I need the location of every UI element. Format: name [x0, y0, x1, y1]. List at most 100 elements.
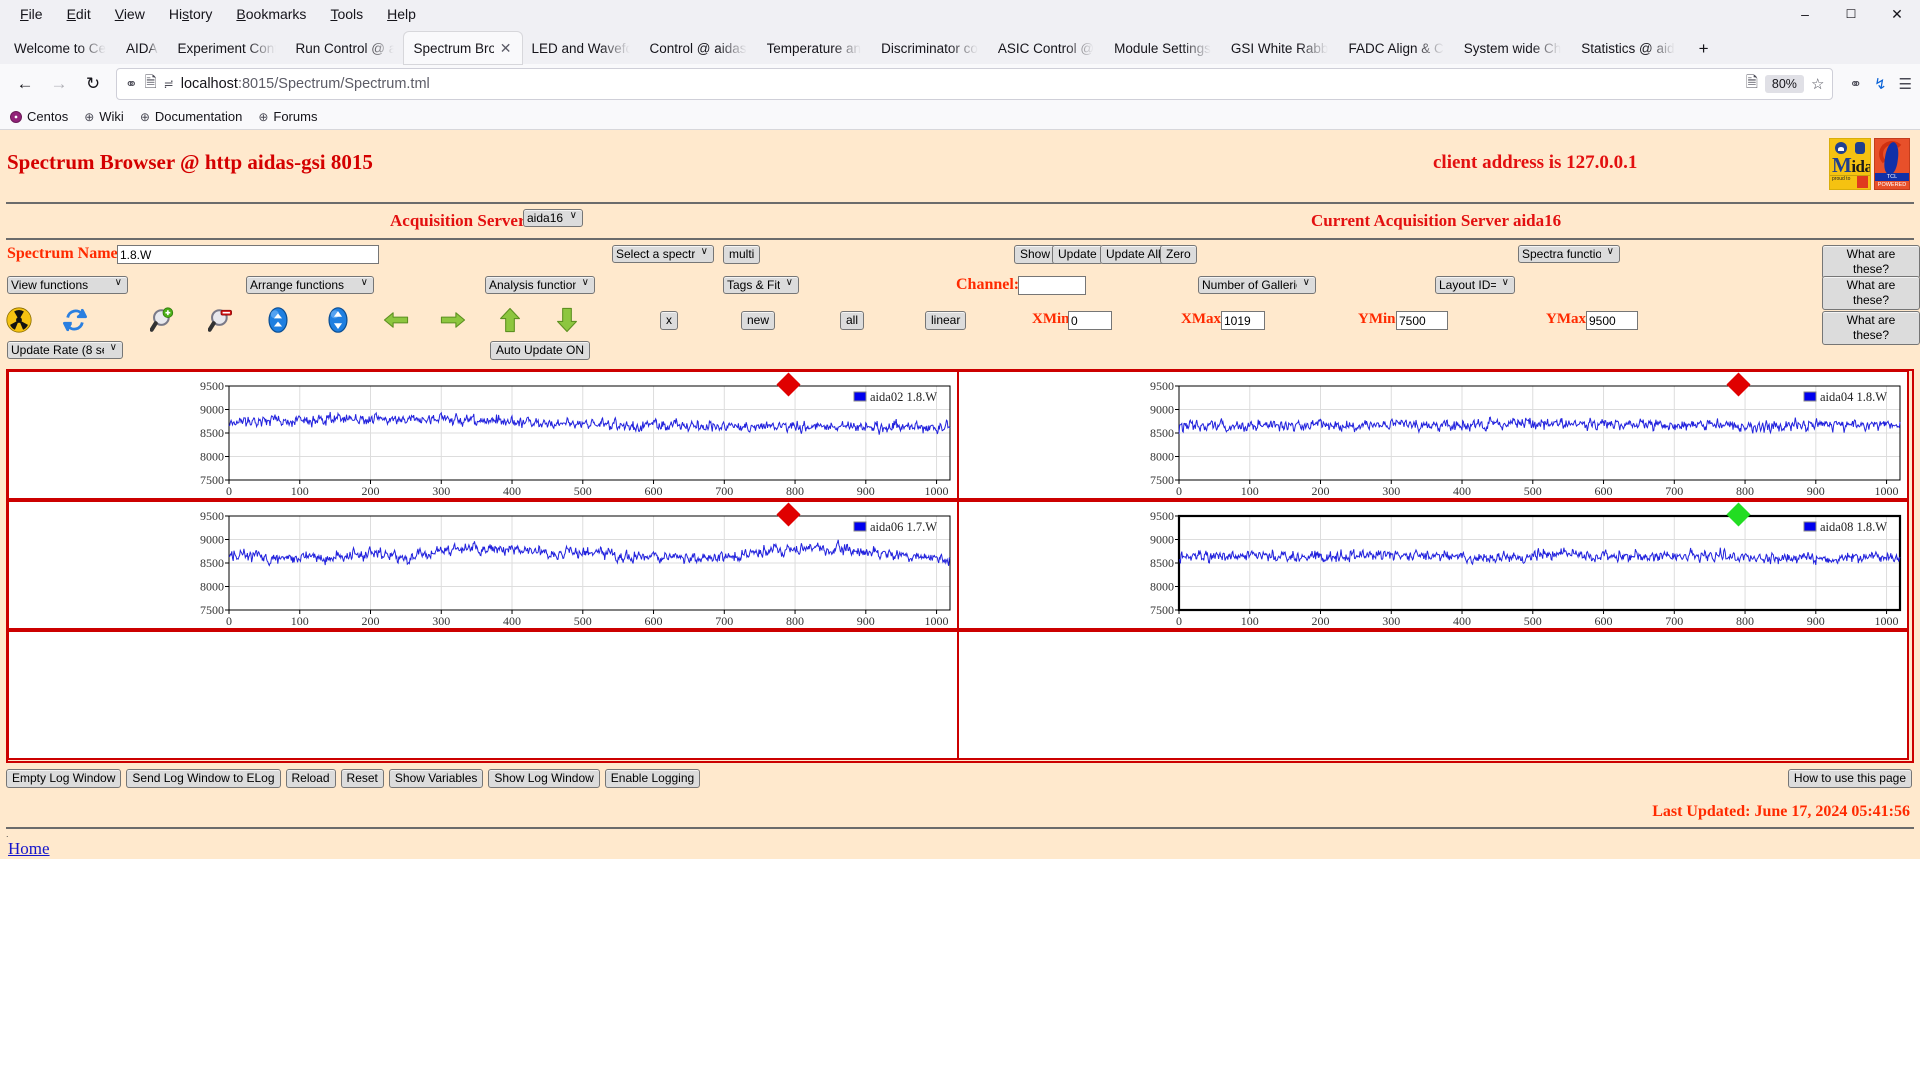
browser-tab[interactable]: Temperature an: [757, 32, 872, 64]
zoom-out-icon[interactable]: [208, 307, 234, 333]
browser-tab[interactable]: GSI White Rabb: [1221, 32, 1339, 64]
update-all-button[interactable]: Update All: [1100, 245, 1167, 264]
minimize-icon[interactable]: –: [1782, 0, 1828, 28]
plot-container[interactable]: 7500 8000 8500 9000 9500 0 100 200 300 400 500 600 7…: [9, 502, 957, 628]
browser-tab[interactable]: AIDA: [116, 32, 168, 64]
app-menu-icon[interactable]: ☰: [1899, 75, 1912, 93]
browser-tab[interactable]: Experiment Cont: [168, 32, 286, 64]
reader-mode-icon[interactable]: 🗎: [1746, 72, 1758, 97]
forward-button[interactable]: →: [42, 68, 76, 100]
log-button[interactable]: Show Variables: [388, 769, 484, 788]
log-button[interactable]: Show Log Window: [488, 769, 600, 788]
bookmark-item[interactable]: ⊕ Wiki: [84, 109, 124, 124]
gallery-cell[interactable]: 7500 8000 8500 9000 9500 0 100 200 300 400 500 600 7…: [957, 370, 1909, 500]
update-button[interactable]: Update: [1052, 245, 1103, 264]
menu-bookmarks[interactable]: Bookmarks: [224, 3, 318, 25]
pocket-icon[interactable]: ⚭: [1849, 75, 1862, 93]
xmax-input[interactable]: [1221, 311, 1265, 330]
plot-container[interactable]: 7500 8000 8500 9000 9500 0 100 200 300 400 500 600 7…: [959, 502, 1907, 628]
close-icon[interactable]: ✕: [1874, 0, 1920, 28]
update-rate-select[interactable]: Update Rate (8 secs): [7, 341, 123, 359]
arrow-left-icon[interactable]: [383, 307, 409, 333]
tab-close-icon[interactable]: ✕: [500, 40, 512, 57]
maximize-icon[interactable]: ☐: [1828, 0, 1874, 28]
auto-update-button[interactable]: Auto Update ON: [490, 341, 591, 360]
spectrum-plot[interactable]: 7500 8000 8500 9000 9500 0 100 200 300 400 500 600 7…: [174, 374, 964, 502]
menu-tools[interactable]: Tools: [318, 3, 375, 25]
new-button[interactable]: new: [741, 311, 776, 330]
downloads-icon[interactable]: ↯: [1874, 75, 1887, 93]
bookmark-item[interactable]: ⊕ Documentation: [140, 109, 243, 124]
tags-and-fits-select[interactable]: Tags & Fits: [723, 276, 799, 294]
reload-button[interactable]: ↻: [76, 68, 110, 100]
browser-tab[interactable]: Control @ aidas: [640, 32, 757, 64]
log-button[interactable]: Enable Logging: [604, 769, 701, 788]
browser-tab[interactable]: Discriminator co: [871, 32, 988, 64]
spectrum-name-input[interactable]: [117, 245, 379, 264]
ymin-input[interactable]: [1396, 311, 1448, 330]
expand-vertical-icon[interactable]: [325, 307, 351, 333]
log-button[interactable]: Reload: [285, 769, 336, 788]
back-button[interactable]: ←: [8, 68, 42, 100]
new-tab-button[interactable]: +: [1689, 34, 1719, 64]
linear-button[interactable]: linear: [925, 311, 967, 330]
arrow-up-icon[interactable]: [497, 307, 523, 333]
menu-edit[interactable]: Edit: [55, 3, 103, 25]
browser-tab[interactable]: Spectrum Brow ✕: [403, 32, 522, 64]
multi-button[interactable]: multi: [723, 245, 761, 264]
spectrum-plot[interactable]: 7500 8000 8500 9000 9500 0 100 200 300 400 500 600 7…: [1124, 374, 1914, 502]
log-button[interactable]: Send Log Window to ELog: [126, 769, 281, 788]
channel-input[interactable]: [1018, 276, 1086, 295]
ymax-input[interactable]: [1586, 311, 1638, 330]
collapse-vertical-icon[interactable]: [265, 307, 291, 333]
plot-container[interactable]: 7500 8000 8500 9000 9500 0 100 200 300 400 500 600 7…: [959, 372, 1907, 498]
layout-id-select[interactable]: Layout ID=8: [1435, 276, 1515, 294]
browser-tab[interactable]: System wide Ch: [1454, 32, 1572, 64]
analysis-functions-select[interactable]: Analysis functions: [485, 276, 595, 294]
log-button[interactable]: Empty Log Window: [6, 769, 122, 788]
view-functions-select[interactable]: View functions: [7, 276, 128, 294]
plot-container[interactable]: 7500 8000 8500 9000 9500 0 100 200 300 400 500 600 7…: [9, 372, 957, 498]
xmin-input[interactable]: [1068, 311, 1112, 330]
select-a-spectrum-select[interactable]: Select a spectrum: [612, 245, 714, 263]
spectrum-plot[interactable]: 7500 8000 8500 9000 9500 0 100 200 300 400 500 600 7…: [174, 504, 964, 632]
arrow-right-icon[interactable]: [440, 307, 466, 333]
browser-tab[interactable]: Run Control @ a: [286, 32, 404, 64]
radioactive-icon[interactable]: [6, 307, 32, 333]
spectrum-plot[interactable]: 7500 8000 8500 9000 9500 0 100 200 300 400 500 600 7…: [1124, 504, 1914, 632]
bookmark-star-icon[interactable]: ☆: [1811, 75, 1824, 93]
browser-tab[interactable]: Welcome to Cen: [4, 32, 116, 64]
zero-button[interactable]: Zero: [1160, 245, 1197, 264]
how-to-use-button[interactable]: How to use this page: [1787, 769, 1912, 788]
arrange-functions-select[interactable]: Arrange functions: [246, 276, 374, 294]
refresh-icon[interactable]: [62, 307, 88, 333]
gallery-cell[interactable]: [7, 630, 959, 760]
gallery-cell[interactable]: 7500 8000 8500 9000 9500 0 100 200 300 400 500 600 7…: [7, 370, 959, 500]
home-link[interactable]: Home: [0, 839, 50, 858]
x-button[interactable]: x: [660, 311, 678, 330]
arrow-down-icon[interactable]: [554, 307, 580, 333]
browser-tab[interactable]: ASIC Control @: [988, 32, 1104, 64]
menu-help[interactable]: Help: [375, 3, 428, 25]
menu-history[interactable]: History: [157, 3, 225, 25]
zoom-level-badge[interactable]: 80%: [1764, 75, 1804, 93]
log-button[interactable]: Reset: [340, 769, 384, 788]
bookmark-item[interactable]: ⊕ Forums: [258, 109, 317, 124]
browser-tab[interactable]: Module Settings: [1104, 32, 1221, 64]
menu-view[interactable]: View: [103, 3, 157, 25]
gallery-cell[interactable]: [957, 630, 1909, 760]
show-button[interactable]: Show: [1014, 245, 1057, 264]
gallery-cell[interactable]: 7500 8000 8500 9000 9500 0 100 200 300 400 500 600 7…: [7, 500, 959, 630]
acquisition-server-select[interactable]: aida16: [523, 209, 583, 227]
zoom-in-icon[interactable]: [150, 307, 176, 333]
spectra-functions-select[interactable]: Spectra functions: [1518, 245, 1620, 263]
browser-tab[interactable]: FADC Align & C: [1338, 32, 1453, 64]
all-button[interactable]: all: [840, 311, 865, 330]
number-of-galleries-select[interactable]: Number of Galleries: [1198, 276, 1316, 294]
address-bar[interactable]: ⚭ 🗎 ≓ localhost:8015/Spectrum/Spectrum.t…: [116, 68, 1834, 100]
browser-tab[interactable]: LED and Wavefo: [522, 32, 640, 64]
menu-file[interactable]: FFileile: [8, 3, 55, 25]
browser-tab[interactable]: Statistics @ aid: [1571, 32, 1684, 64]
gallery-cell[interactable]: 7500 8000 8500 9000 9500 0 100 200 300 400 500 600 7…: [957, 500, 1909, 630]
bookmark-item[interactable]: Centos: [10, 109, 68, 124]
